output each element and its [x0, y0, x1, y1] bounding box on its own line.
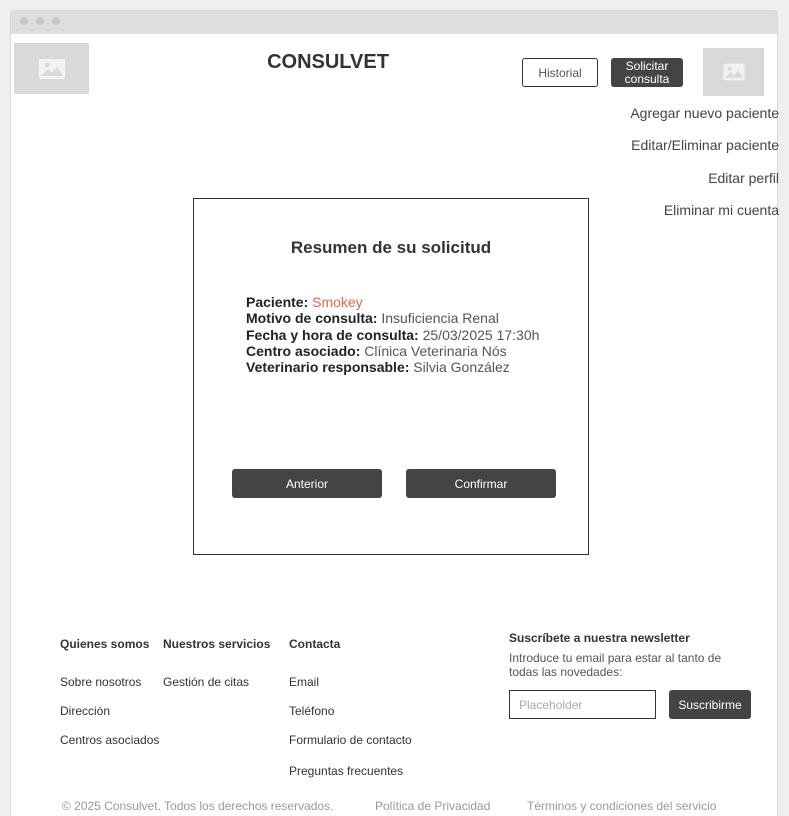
summary-title: Resumen de su solicitud: [290, 238, 492, 257]
logo-image[interactable]: [14, 43, 89, 94]
summary-row-paciente: Paciente: Smokey: [246, 294, 539, 310]
summary-row-centro: Centro asociado: Clínica Veterinaria Nós: [246, 343, 539, 359]
footer-link-gestion-citas[interactable]: Gestión de citas: [163, 675, 249, 689]
row-label: Paciente:: [246, 294, 309, 310]
summary-card: Resumen de su solicitud Paciente: Smokey…: [193, 198, 589, 555]
menu-item-agregar-paciente[interactable]: Agregar nuevo paciente: [630, 105, 779, 121]
image-placeholder-icon: [722, 63, 745, 81]
terms-link[interactable]: Términos y condiciones del servicio: [527, 799, 716, 813]
footer-link-telefono[interactable]: Teléfono: [289, 704, 334, 718]
historial-button[interactable]: Historial: [522, 58, 598, 87]
row-value: Silvia González: [413, 359, 510, 376]
confirmar-button[interactable]: Confirmar: [406, 469, 556, 498]
newsletter-description: Introduce tu email para estar al tanto d…: [509, 651, 722, 679]
footer-link-formulario-contacto[interactable]: Formulario de contacto: [289, 733, 412, 747]
window-dot: [20, 17, 28, 25]
window-titlebar: [11, 11, 777, 34]
footer-heading-contacta: Contacta: [289, 637, 341, 651]
footer-link-direccion[interactable]: Dirección: [60, 704, 110, 718]
menu-item-editar-perfil[interactable]: Editar perfil: [708, 170, 779, 186]
brand-title: CONSULVET: [267, 51, 389, 73]
summary-row-fecha: Fecha y hora de consulta: 25/03/2025 17:…: [246, 327, 539, 343]
solicitar-label-line2: consulta: [624, 71, 670, 86]
footer-heading-nuestros-servicios: Nuestros servicios: [163, 637, 271, 651]
row-value: 25/03/2025 17:30h: [422, 326, 540, 343]
newsletter-heading: Suscríbete a nuestra newsletter: [509, 631, 690, 645]
image-placeholder-icon: [38, 58, 65, 79]
footer-heading-quienes-somos: Quienes somos: [60, 637, 150, 651]
subscribe-button[interactable]: Suscribirme: [669, 690, 751, 719]
menu-item-editar-paciente[interactable]: Editar/Eliminar paciente: [631, 137, 779, 153]
row-value: Insuficiencia Renal: [381, 310, 499, 327]
avatar[interactable]: [703, 48, 764, 96]
footer-link-centros-asociados[interactable]: Centros asociados: [60, 733, 159, 747]
window-dot: [52, 17, 60, 25]
footer-link-email[interactable]: Email: [289, 675, 319, 689]
anterior-button[interactable]: Anterior: [232, 469, 382, 498]
summary-row-veterinario: Veterinario responsable: Silvia González: [246, 359, 539, 375]
newsletter-email-input[interactable]: [509, 690, 656, 719]
row-value: Smokey: [312, 294, 363, 310]
row-label: Centro asociado:: [246, 342, 361, 359]
window-dot: [36, 17, 44, 25]
row-label: Veterinario responsable:: [246, 359, 410, 376]
solicitar-consulta-button[interactable]: Solicitar consulta: [611, 58, 683, 87]
row-label: Motivo de consulta:: [246, 310, 378, 327]
row-value: Clínica Veterinaria Nós: [364, 342, 507, 359]
footer-link-sobre-nosotros[interactable]: Sobre nosotros: [60, 675, 141, 689]
summary-row-motivo: Motivo de consulta: Insuficiencia Renal: [246, 310, 539, 326]
menu-item-eliminar-cuenta[interactable]: Eliminar mi cuenta: [664, 202, 779, 218]
summary-details: Paciente: Smokey Motivo de consulta: Ins…: [246, 294, 539, 375]
copyright-text: © 2025 Consulvet. Todos los derechos res…: [62, 799, 334, 813]
row-label: Fecha y hora de consulta:: [246, 326, 419, 343]
privacy-link[interactable]: Política de Privacidad: [375, 799, 490, 813]
footer-link-preguntas-frecuentes[interactable]: Preguntas frecuentes: [289, 764, 403, 778]
solicitar-label-line1: Solicitar: [625, 58, 669, 73]
